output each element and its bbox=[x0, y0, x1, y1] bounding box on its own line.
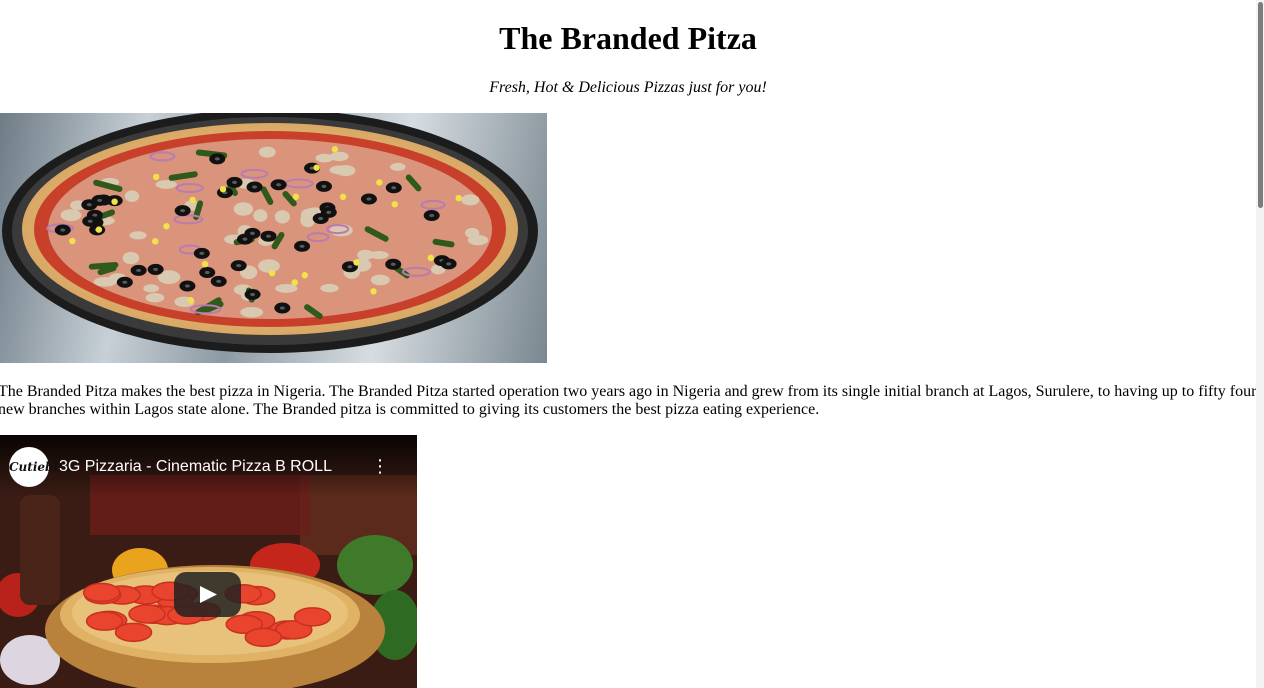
more-vert-icon[interactable]: ⋮ bbox=[370, 457, 390, 477]
pizza-image bbox=[0, 113, 547, 363]
description: The Branded Pitza makes the best pizza i… bbox=[0, 383, 1257, 418]
page: The Branded Pitza Fresh, Hot & Delicious… bbox=[0, 0, 1256, 688]
video-title-bar: Cutiebits 3G Pizzaria - Cinematic Pizza … bbox=[0, 435, 417, 497]
scrollbar-thumb[interactable] bbox=[1258, 2, 1263, 208]
pizza-illustration bbox=[2, 113, 538, 353]
page-scrollbar[interactable] bbox=[1256, 0, 1264, 688]
tagline: Fresh, Hot & Delicious Pizzas just for y… bbox=[489, 79, 767, 96]
channel-logo[interactable]: Cutiebits bbox=[9, 447, 70, 487]
video-title[interactable]: 3G Pizzaria - Cinematic Pizza B ROLL bbox=[59, 457, 332, 477]
video-embed[interactable]: Cutiebits 3G Pizzaria - Cinematic Pizza … bbox=[0, 435, 417, 688]
play-button[interactable] bbox=[174, 572, 241, 617]
play-icon bbox=[200, 586, 217, 603]
page-title: The Branded Pitza bbox=[499, 20, 757, 56]
